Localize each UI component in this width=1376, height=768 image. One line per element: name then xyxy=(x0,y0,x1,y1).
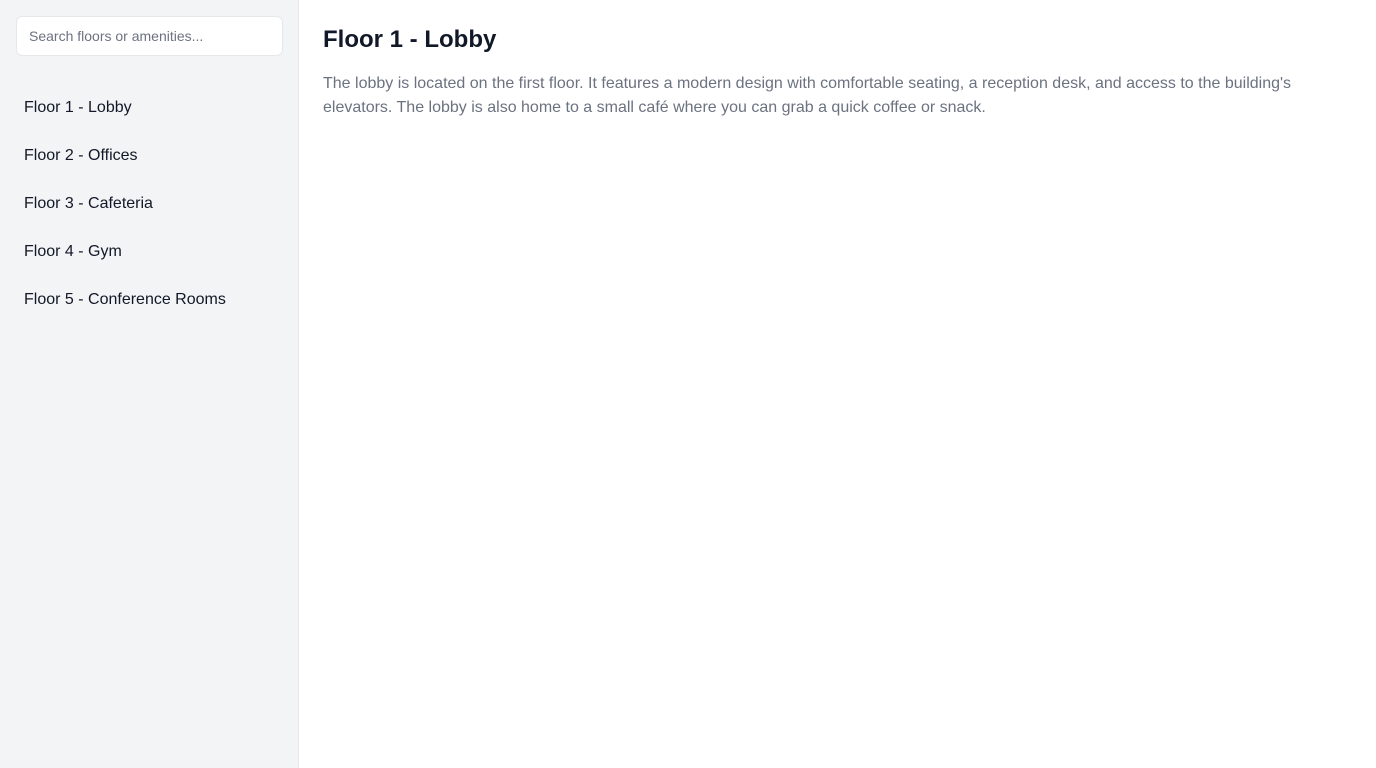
sidebar-item-floor-4[interactable]: Floor 4 - Gym xyxy=(16,228,282,276)
main-content: Floor 1 - Lobby The lobby is located on … xyxy=(299,0,1376,768)
search-input[interactable] xyxy=(16,16,283,56)
search-container xyxy=(16,16,283,56)
sidebar-item-floor-3[interactable]: Floor 3 - Cafeteria xyxy=(16,180,282,228)
floor-list: Floor 1 - Lobby Floor 2 - Offices Floor … xyxy=(16,84,282,324)
floor-description: The lobby is located on the first floor.… xyxy=(323,75,1292,116)
sidebar-item-floor-2[interactable]: Floor 2 - Offices xyxy=(16,132,282,180)
sidebar-item-floor-5[interactable]: Floor 5 - Conference Rooms xyxy=(16,276,282,324)
sidebar: Floor 1 - Lobby Floor 2 - Offices Floor … xyxy=(0,0,299,768)
page-title: Floor 1 - Lobby xyxy=(323,26,497,53)
app-root: Floor 1 - Lobby Floor 2 - Offices Floor … xyxy=(0,0,1376,768)
sidebar-item-floor-1[interactable]: Floor 1 - Lobby xyxy=(16,84,282,132)
